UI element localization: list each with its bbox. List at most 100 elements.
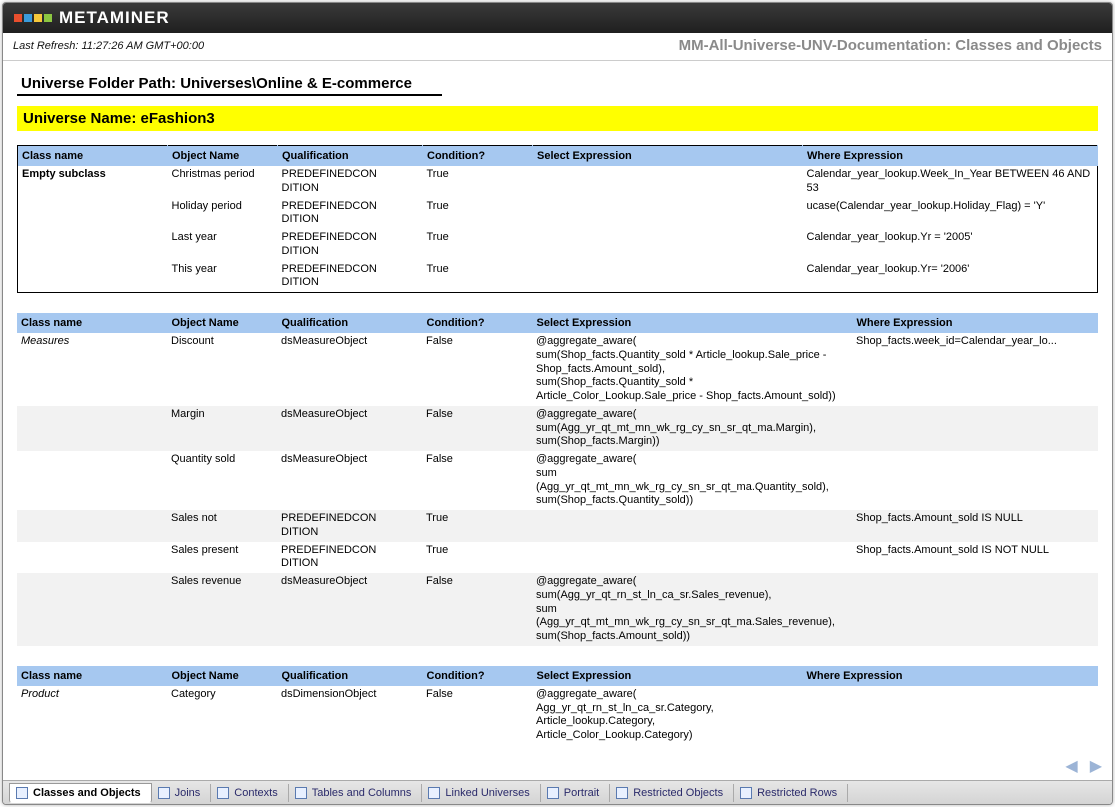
- sheet-tab[interactable]: Restricted Objects: [610, 784, 734, 802]
- cell-class-name: [17, 406, 167, 451]
- sheet-tab[interactable]: Classes and Objects: [9, 783, 152, 803]
- col-qualification: Qualification: [277, 666, 422, 686]
- cell-object-name: Sales revenue: [167, 573, 277, 646]
- window-frame: METAMINER Last Refresh: 11:27:26 AM GMT+…: [2, 2, 1113, 805]
- table-row: Sales presentPREDEFINEDCONDITIONTrueShop…: [17, 542, 1098, 574]
- col-where-expression: Where Expression: [802, 666, 1098, 686]
- sheet-tab-label: Tables and Columns: [312, 787, 412, 799]
- col-condition: Condition?: [422, 313, 532, 333]
- sheet-tab[interactable]: Contexts: [211, 784, 288, 802]
- sheet-tab-label: Joins: [175, 787, 201, 799]
- page-nav-arrows: ◀ ▶: [1065, 756, 1102, 776]
- sub-header: Last Refresh: 11:27:26 AM GMT+00:00 MM-A…: [3, 33, 1112, 61]
- table-product: Class name Object Name Qualification Con…: [17, 666, 1098, 745]
- cell-qualification: dsMeasureObject: [277, 333, 422, 406]
- table-row: This yearPREDEFINEDCONDITIONTrueCalendar…: [18, 261, 1098, 293]
- cell-condition: False: [422, 451, 532, 510]
- universe-folder-path: Universe Folder Path: Universes\Online &…: [17, 75, 442, 96]
- cell-object-name: Category: [167, 686, 277, 745]
- table-header-row: Class name Object Name Qualification Con…: [17, 313, 1098, 333]
- table-header-row: Class name Object Name Qualification Con…: [17, 666, 1098, 686]
- table-empty-subclass: Class name Object Name Qualification Con…: [17, 145, 1098, 293]
- sheet-tab-label: Restricted Rows: [757, 787, 837, 799]
- table-row: Empty subclassChristmas periodPREDEFINED…: [18, 166, 1098, 198]
- cell-qualification: PREDEFINEDCONDITION: [277, 542, 422, 574]
- sheet-tab-icon: [16, 787, 28, 799]
- sheet-tab[interactable]: Tables and Columns: [289, 784, 423, 802]
- cell-where-expression: Calendar_year_lookup.Yr= '2006': [803, 261, 1098, 293]
- cell-condition: True: [422, 542, 532, 574]
- col-class-name: Class name: [18, 146, 168, 167]
- cell-qualification: dsMeasureObject: [277, 451, 422, 510]
- sheet-tab-icon: [740, 787, 752, 799]
- cell-where-expression: Calendar_year_lookup.Yr = '2005': [803, 229, 1098, 261]
- cell-qualification: PREDEFINEDCONDITION: [277, 510, 422, 542]
- col-class-name: Class name: [17, 666, 167, 686]
- col-qualification: Qualification: [277, 313, 422, 333]
- cell-object-name: Last year: [168, 229, 278, 261]
- cell-object-name: Holiday period: [168, 198, 278, 230]
- cell-class-name: [17, 573, 167, 646]
- sheet-tab-icon: [217, 787, 229, 799]
- col-object-name: Object Name: [167, 313, 277, 333]
- cell-class-name: Product: [17, 686, 167, 745]
- col-select-expression: Select Expression: [533, 146, 803, 167]
- sheet-tab[interactable]: Joins: [152, 784, 212, 802]
- cell-object-name: Discount: [167, 333, 277, 406]
- col-select-expression: Select Expression: [532, 313, 852, 333]
- cell-where-expression: [802, 686, 1098, 745]
- cell-where-expression: Calendar_year_lookup.Week_In_Year BETWEE…: [803, 166, 1098, 198]
- cell-class-name: [18, 229, 168, 261]
- cell-qualification: dsMeasureObject: [277, 406, 422, 451]
- cell-where-expression: Shop_facts.Amount_sold IS NOT NULL: [852, 542, 1098, 574]
- cell-qualification: PREDEFINEDCONDITION: [278, 261, 423, 293]
- prev-page-icon[interactable]: ◀: [1065, 756, 1077, 776]
- table-row: Sales revenuedsMeasureObjectFalse@aggreg…: [17, 573, 1098, 646]
- report-body: Universe Folder Path: Universes\Online &…: [3, 61, 1112, 804]
- table-row: ProductCategorydsDimensionObjectFalse@ag…: [17, 686, 1098, 745]
- sheet-tab-label: Classes and Objects: [33, 787, 141, 799]
- table-row: MeasuresDiscountdsMeasureObjectFalse@agg…: [17, 333, 1098, 406]
- col-where-expression: Where Expression: [852, 313, 1098, 333]
- cell-select-expression: @aggregate_aware(Agg_yr_qt_rn_st_ln_ca_s…: [532, 686, 802, 745]
- cell-select-expression: [532, 542, 852, 574]
- cell-qualification: PREDEFINEDCONDITION: [278, 166, 423, 198]
- cell-condition: True: [423, 261, 533, 293]
- sheet-tab[interactable]: Linked Universes: [422, 784, 540, 802]
- universe-name: Universe Name: eFashion3: [17, 106, 1098, 131]
- sheet-tab-icon: [158, 787, 170, 799]
- sheet-tab-label: Contexts: [234, 787, 277, 799]
- table-row: Sales notPREDEFINEDCONDITIONTrueShop_fac…: [17, 510, 1098, 542]
- app-header: METAMINER: [3, 3, 1112, 33]
- sheet-tab-label: Linked Universes: [445, 787, 529, 799]
- cell-class-name: Measures: [17, 333, 167, 406]
- col-object-name: Object Name: [167, 666, 277, 686]
- cell-where-expression: [852, 406, 1098, 451]
- cell-where-expression: [852, 573, 1098, 646]
- cell-condition: False: [422, 333, 532, 406]
- next-page-icon[interactable]: ▶: [1090, 756, 1102, 776]
- sheet-tab-icon: [547, 787, 559, 799]
- col-condition: Condition?: [423, 146, 533, 167]
- sheet-tab-icon: [295, 787, 307, 799]
- cell-select-expression: [533, 229, 803, 261]
- cell-condition: True: [423, 198, 533, 230]
- sheet-tab-label: Restricted Objects: [633, 787, 723, 799]
- cell-qualification: dsMeasureObject: [277, 573, 422, 646]
- cell-condition: True: [422, 510, 532, 542]
- cell-select-expression: [533, 166, 803, 198]
- document-title: MM-All-Universe-UNV-Documentation: Class…: [679, 37, 1102, 54]
- sheet-tab-label: Portrait: [564, 787, 599, 799]
- cell-qualification: dsDimensionObject: [277, 686, 422, 745]
- cell-select-expression: [532, 510, 852, 542]
- sheet-tab-icon: [428, 787, 440, 799]
- sheet-tab[interactable]: Portrait: [541, 784, 610, 802]
- col-select-expression: Select Expression: [532, 666, 802, 686]
- sheet-tabstrip: Classes and Objects Joins Contexts Tables a…: [3, 780, 1112, 804]
- cell-select-expression: @aggregate_aware(sum(Agg_yr_qt_mt_mn_wk_…: [532, 451, 852, 510]
- cell-class-name: [17, 451, 167, 510]
- cell-condition: True: [423, 229, 533, 261]
- sheet-tab[interactable]: Restricted Rows: [734, 784, 848, 802]
- cell-select-expression: @aggregate_aware(sum(Shop_facts.Quantity…: [532, 333, 852, 406]
- cell-condition: True: [423, 166, 533, 198]
